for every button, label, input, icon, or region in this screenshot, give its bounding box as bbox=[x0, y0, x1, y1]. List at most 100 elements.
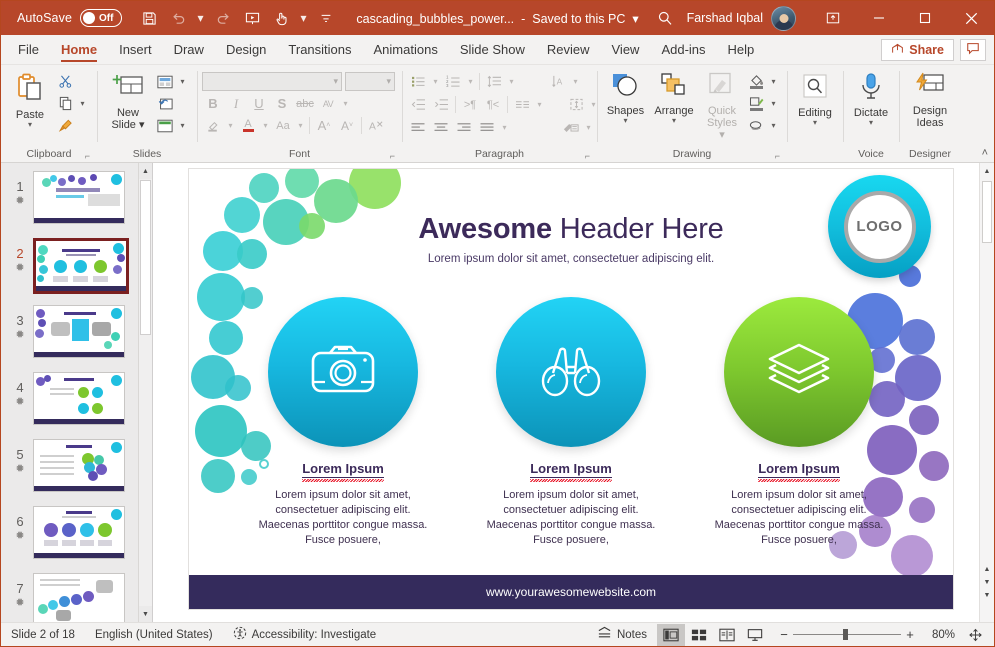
change-case-button[interactable]: Aa bbox=[272, 115, 294, 136]
font-size-dropdown-icon[interactable]: ▾ bbox=[386, 76, 391, 87]
zoom-slider[interactable]: − + bbox=[775, 627, 919, 642]
bold-button[interactable]: B bbox=[202, 93, 224, 114]
line-spacing-dropdown-icon[interactable]: ▾ bbox=[506, 71, 517, 92]
tab-slide-show[interactable]: Slide Show bbox=[449, 35, 536, 64]
zoom-out-icon[interactable]: − bbox=[775, 627, 793, 642]
maximize-icon[interactable] bbox=[902, 1, 948, 35]
tab-review[interactable]: Review bbox=[536, 35, 601, 64]
slide-show-icon[interactable] bbox=[741, 624, 769, 646]
current-slide[interactable]: Awesome Header Here Lorem ipsum dolor si… bbox=[189, 169, 953, 609]
align-right-icon[interactable] bbox=[453, 117, 475, 138]
previous-slide-icon[interactable]: ▲ bbox=[980, 563, 994, 576]
new-slide-button[interactable]: New Slide ▾ bbox=[102, 70, 154, 133]
slide-layout-icon[interactable] bbox=[154, 71, 176, 92]
slide-thumbnail-1[interactable]: 1 ✹ bbox=[1, 171, 138, 238]
shapes-dropdown-icon[interactable]: ▾ bbox=[623, 117, 627, 125]
zoom-handle[interactable] bbox=[843, 629, 848, 640]
align-center-icon[interactable] bbox=[430, 117, 452, 138]
font-name-dropdown-icon[interactable]: ▾ bbox=[333, 76, 338, 87]
bullets-dropdown-icon[interactable]: ▾ bbox=[430, 71, 441, 92]
search-icon[interactable] bbox=[643, 10, 687, 26]
text-direction-icon[interactable]: A bbox=[547, 71, 569, 92]
convert-to-smartart-icon[interactable] bbox=[560, 117, 582, 138]
canvas-scroll-thumb[interactable] bbox=[982, 181, 992, 243]
autosave-toggle[interactable]: Off bbox=[80, 9, 122, 27]
tab-view[interactable]: View bbox=[601, 35, 651, 64]
save-icon[interactable] bbox=[136, 6, 162, 30]
notes-button[interactable]: Notes bbox=[587, 623, 657, 646]
bullets-icon[interactable] bbox=[407, 71, 429, 92]
touch-mode-dropdown-icon[interactable]: ▾ bbox=[297, 11, 310, 25]
tab-design[interactable]: Design bbox=[215, 35, 277, 64]
columns-icon[interactable] bbox=[511, 94, 533, 115]
thumbnail-scroll-thumb[interactable] bbox=[140, 180, 151, 335]
copy-dropdown-icon[interactable]: ▾ bbox=[77, 93, 88, 114]
share-button[interactable]: Share bbox=[881, 39, 954, 61]
text-shadow-button[interactable]: S bbox=[271, 93, 293, 114]
redo-icon[interactable] bbox=[210, 6, 236, 30]
scroll-down-icon[interactable]: ▼ bbox=[139, 606, 152, 622]
document-title[interactable]: cascading_bubbles_power... bbox=[356, 12, 514, 26]
tab-add-ins[interactable]: Add-ins bbox=[650, 35, 716, 64]
collapse-ribbon-icon[interactable]: ˄ bbox=[982, 147, 988, 159]
zoom-level[interactable]: 80% bbox=[925, 629, 961, 641]
slide-column-3[interactable]: Lorem Ipsum Lorem ipsum dolor sit amet, … bbox=[708, 297, 890, 548]
column-heading-3[interactable]: Lorem Ipsum bbox=[758, 461, 840, 478]
shape-effects-dropdown-icon[interactable]: ▾ bbox=[768, 115, 779, 136]
section-dropdown-icon[interactable]: ▾ bbox=[177, 115, 188, 136]
ribbon-display-options-icon[interactable] bbox=[810, 1, 856, 35]
slide-thumbnail-5[interactable]: 5 ✹ bbox=[1, 439, 138, 506]
column-body-3[interactable]: Lorem ipsum dolor sit amet, consectetuer… bbox=[708, 488, 890, 548]
shape-effects-icon[interactable] bbox=[745, 115, 767, 136]
design-ideas-button[interactable]: Design Ideas bbox=[904, 70, 956, 131]
avatar[interactable] bbox=[771, 6, 796, 31]
fit-to-window-icon[interactable] bbox=[961, 624, 989, 646]
justify-dropdown-icon[interactable]: ▾ bbox=[499, 117, 510, 138]
slide-column-1[interactable]: Lorem Ipsum Lorem ipsum dolor sit amet, … bbox=[252, 297, 434, 548]
column-heading-1[interactable]: Lorem Ipsum bbox=[302, 461, 384, 478]
next-slide-icon[interactable]: ▼ bbox=[980, 576, 994, 589]
italic-button[interactable]: I bbox=[225, 93, 247, 114]
canvas-scrollbar[interactable]: ▲ ▲ ▼ ▼ bbox=[979, 163, 994, 622]
strikethrough-button[interactable]: abc bbox=[294, 93, 316, 114]
text-highlight-dropdown-icon[interactable]: ▾ bbox=[225, 115, 236, 136]
shape-fill-dropdown-icon[interactable]: ▾ bbox=[768, 71, 779, 92]
zoom-in-icon[interactable]: + bbox=[901, 627, 919, 642]
decrease-indent-icon[interactable] bbox=[407, 94, 429, 115]
font-color-icon[interactable]: A bbox=[237, 115, 259, 136]
undo-icon[interactable] bbox=[165, 6, 191, 30]
slide-sorter-icon[interactable] bbox=[685, 624, 713, 646]
slide-thumbnail-4[interactable]: 4 ✹ bbox=[1, 372, 138, 439]
text-direction-dropdown-icon[interactable]: ▾ bbox=[570, 71, 581, 92]
clear-formatting-icon[interactable]: A bbox=[365, 115, 387, 136]
paste-button[interactable]: Paste ▾ bbox=[6, 70, 54, 131]
tab-transitions[interactable]: Transitions bbox=[277, 35, 362, 64]
align-left-icon[interactable] bbox=[407, 117, 429, 138]
format-painter-icon[interactable] bbox=[54, 115, 76, 136]
reading-view-icon[interactable] bbox=[713, 624, 741, 646]
tab-insert[interactable]: Insert bbox=[108, 35, 163, 64]
column-heading-2[interactable]: Lorem Ipsum bbox=[530, 461, 612, 478]
touch-mode-icon[interactable] bbox=[268, 6, 294, 30]
tab-draw[interactable]: Draw bbox=[163, 35, 215, 64]
normal-view-icon[interactable] bbox=[657, 624, 685, 646]
editing-button[interactable]: Editing ▾ bbox=[792, 70, 838, 129]
editing-dropdown-icon[interactable]: ▾ bbox=[813, 119, 817, 127]
dictate-button[interactable]: Dictate ▾ bbox=[848, 70, 894, 129]
logo-badge[interactable]: LOGO bbox=[828, 175, 931, 278]
slide-thumbnail-6[interactable]: 6 ✹ bbox=[1, 506, 138, 573]
font-size-input[interactable]: ▾ bbox=[345, 72, 395, 91]
shape-outline-dropdown-icon[interactable]: ▾ bbox=[768, 93, 779, 114]
font-name-input[interactable]: ▾ bbox=[202, 72, 342, 91]
character-spacing-dropdown-icon[interactable]: ▾ bbox=[340, 93, 351, 114]
column-body-1[interactable]: Lorem ipsum dolor sit amet, consectetuer… bbox=[252, 488, 434, 548]
align-text-icon[interactable] bbox=[565, 94, 587, 115]
language-indicator[interactable]: English (United States) bbox=[85, 623, 223, 646]
arrange-button[interactable]: Arrange ▾ bbox=[649, 70, 699, 127]
underline-button[interactable]: U bbox=[248, 93, 270, 114]
tab-file[interactable]: File bbox=[7, 35, 50, 64]
slide-footer[interactable]: www.yourawesomewebsite.com bbox=[189, 575, 953, 609]
close-icon[interactable] bbox=[948, 1, 994, 35]
left-to-right-icon[interactable]: >¶ bbox=[459, 94, 481, 115]
decrease-font-size-button[interactable]: A˅ bbox=[336, 115, 358, 136]
